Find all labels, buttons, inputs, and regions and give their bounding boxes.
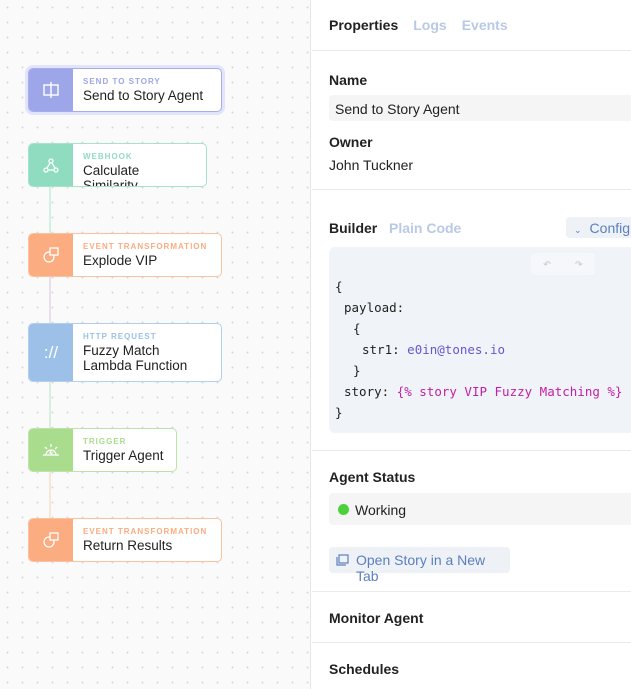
code-builder[interactable]: ↶ ↷ { payload: { str1: e0in@tones.io } st… — [329, 247, 631, 433]
node-name: Send to Story Agent — [83, 88, 204, 103]
config-dropdown[interactable]: ⌄ Config — [566, 217, 631, 238]
http-icon: :// — [29, 324, 73, 381]
monitor-agent-section[interactable]: Monitor Agent — [329, 610, 423, 626]
node-explode-vip[interactable]: EVENT TRANSFORMATION Explode VIP — [28, 233, 222, 277]
divider — [312, 450, 631, 451]
chevron-down-icon: ⌄ — [574, 225, 582, 235]
code-line: { — [335, 279, 343, 294]
code-line: payload: — [344, 300, 405, 315]
new-tab-icon — [336, 554, 349, 566]
node-return-results[interactable]: EVENT TRANSFORMATION Return Results — [28, 518, 222, 562]
node-type: TRIGGER — [83, 437, 127, 446]
tab-events[interactable]: Events — [462, 17, 508, 33]
node-webhook[interactable]: WEBHOOK Calculate Similarity — [28, 143, 207, 187]
code-line: } — [335, 405, 343, 420]
divider — [312, 189, 631, 190]
code-line: str1: e0in@tones.io — [362, 342, 506, 357]
agent-status-label: Agent Status — [329, 469, 416, 485]
node-name: Return Results — [83, 538, 173, 553]
send-to-story-icon — [29, 69, 73, 111]
properties-panel: Properties Logs Events Name Send to Stor… — [312, 0, 631, 689]
tab-plain-code[interactable]: Plain Code — [389, 220, 461, 236]
status-badge: Working — [329, 493, 631, 525]
status-dot-icon — [338, 504, 349, 515]
node-name: Calculate Similarity — [83, 163, 140, 187]
connector — [49, 382, 51, 428]
name-label: Name — [329, 72, 368, 88]
story-canvas[interactable]: SEND TO STORY Send to Story Agent WEBHOOK… — [0, 0, 311, 689]
tab-logs[interactable]: Logs — [413, 17, 446, 33]
node-send-to-story[interactable]: SEND TO STORY Send to Story Agent — [28, 68, 222, 112]
node-type: HTTP REQUEST — [83, 332, 157, 341]
node-trigger[interactable]: TRIGGER Trigger Agent — [28, 428, 177, 472]
name-input[interactable]: Send to Story Agent — [329, 95, 631, 121]
node-type: SEND TO STORY — [83, 77, 161, 86]
transform-icon — [29, 234, 73, 276]
node-type: WEBHOOK — [83, 152, 133, 161]
code-line: story: {% story VIP Fuzzy Matching %} — [344, 384, 623, 399]
redo-icon[interactable]: ↷ — [575, 256, 583, 272]
schedules-section[interactable]: Schedules — [329, 661, 399, 677]
node-name: Explode VIP — [83, 253, 158, 268]
connector — [49, 187, 51, 233]
trigger-icon — [29, 429, 73, 471]
node-type: EVENT TRANSFORMATION — [83, 242, 208, 251]
undo-redo-group: ↶ ↷ — [531, 253, 595, 275]
divider — [312, 50, 631, 51]
node-http-request[interactable]: :// HTTP REQUEST Fuzzy Match Lambda Funct… — [28, 323, 222, 382]
connector — [49, 277, 51, 323]
code-line: { — [353, 321, 361, 336]
open-story-button[interactable]: Open Story in a New Tab — [329, 547, 510, 584]
divider — [312, 642, 631, 643]
node-name: Fuzzy Match Lambda Function — [83, 343, 188, 373]
owner-value: John Tuckner — [329, 157, 414, 173]
connector — [49, 472, 51, 518]
undo-icon[interactable]: ↶ — [543, 256, 551, 272]
tab-properties[interactable]: Properties — [329, 17, 398, 33]
tab-builder[interactable]: Builder — [329, 220, 377, 236]
transform-icon — [29, 519, 73, 561]
node-type: EVENT TRANSFORMATION — [83, 527, 208, 536]
node-name: Trigger Agent — [83, 448, 164, 463]
divider — [312, 591, 631, 592]
owner-label: Owner — [329, 134, 373, 150]
webhook-icon — [29, 144, 73, 186]
code-line: } — [353, 363, 361, 378]
